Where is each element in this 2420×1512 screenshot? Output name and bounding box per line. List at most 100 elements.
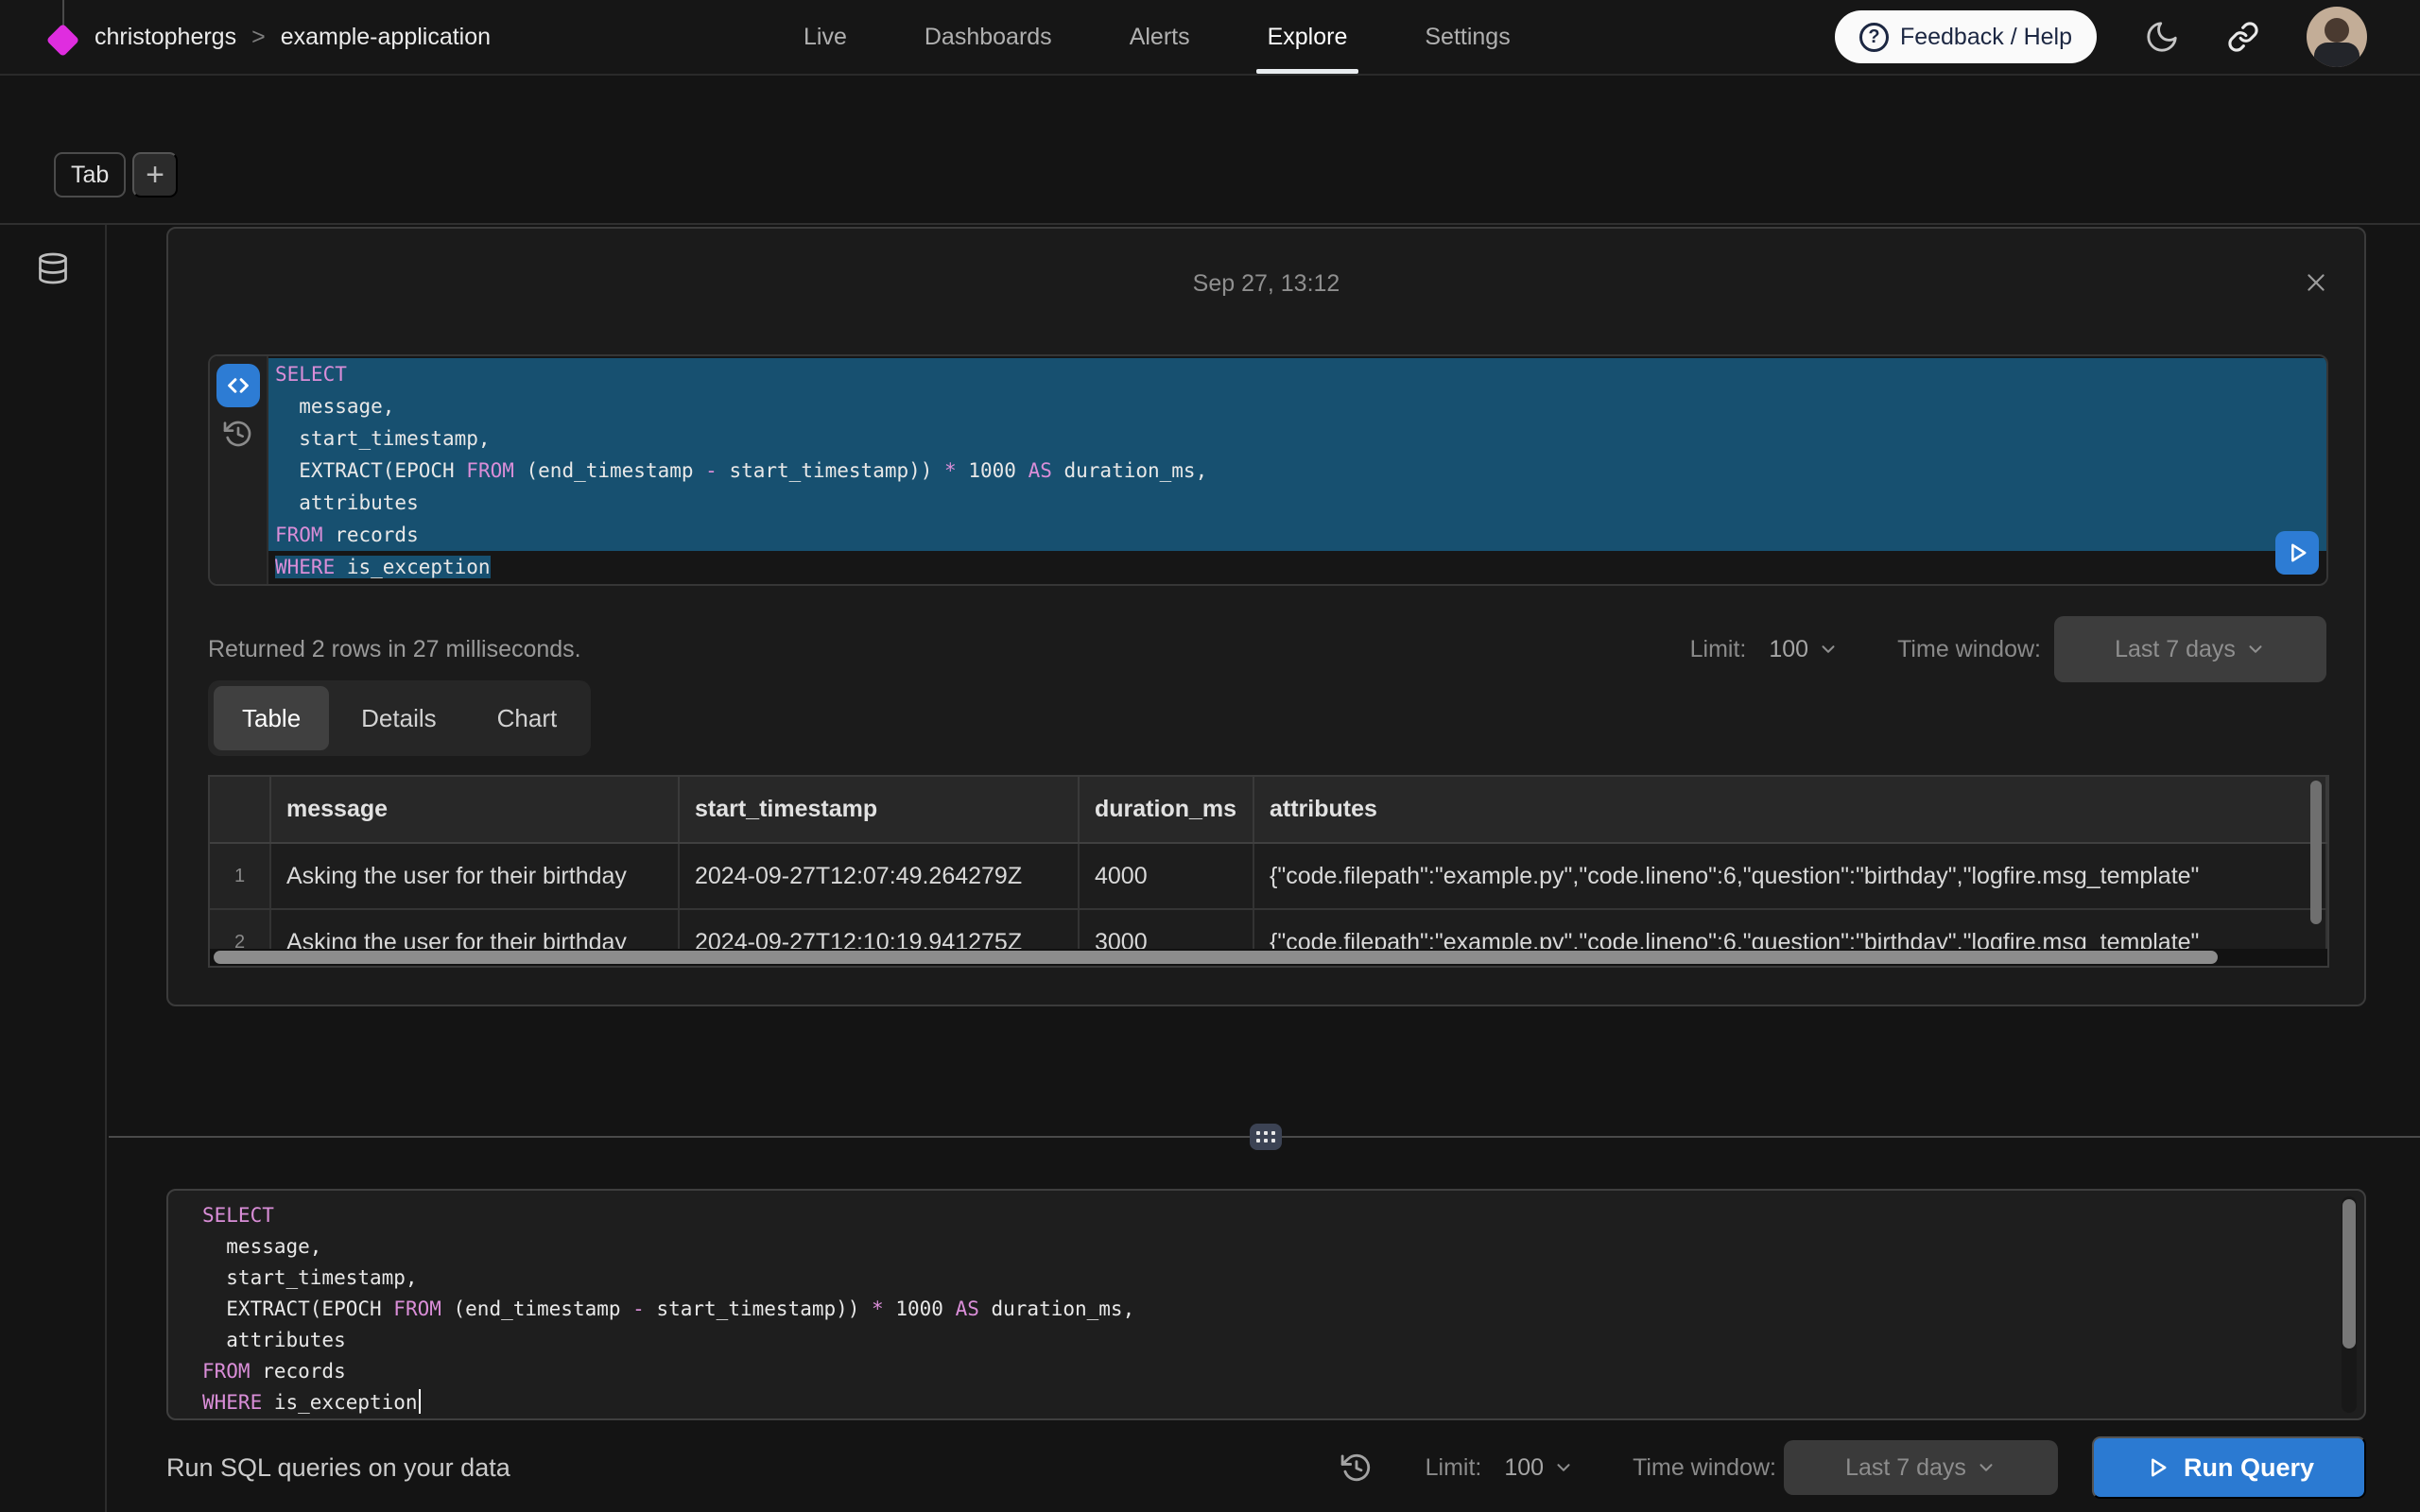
link-icon [2227, 21, 2259, 53]
column-header-message: message [270, 777, 679, 843]
history-icon [1340, 1452, 1373, 1484]
nav-item-alerts[interactable]: Alerts [1130, 0, 1190, 74]
time-window-select[interactable]: Last 7 days [1784, 1440, 2058, 1495]
sql-line: SELECT [268, 358, 2326, 390]
sql-line: start_timestamp, [202, 1263, 2308, 1294]
schema-browser-button[interactable] [36, 251, 70, 285]
breadcrumb-project[interactable]: example-application [281, 24, 491, 51]
chevron-down-icon [1818, 639, 1839, 660]
table-row[interactable]: 1Asking the user for their birthday2024-… [210, 843, 2326, 909]
executed-query-block: SELECT message, start_timestamp, EXTRACT… [208, 354, 2328, 586]
result-meta-row: Returned 2 rows in 27 milliseconds. Limi… [208, 611, 2326, 687]
code-icon [224, 371, 252, 400]
breadcrumb-separator: > [251, 24, 266, 51]
executed-query-sql[interactable]: SELECT message, start_timestamp, EXTRACT… [268, 356, 2326, 584]
limit-label: Limit: [1690, 636, 1747, 663]
left-rail [0, 225, 107, 1512]
time-window-label: Time window: [1897, 636, 2041, 663]
cell-attributes: {"code.filepath":"example.py","code.line… [1253, 843, 2326, 909]
sql-line: EXTRACT(EPOCH FROM (end_timestamp - star… [202, 1294, 2308, 1325]
vertical-scrollbar[interactable] [2310, 781, 2322, 924]
row-index-header [210, 777, 270, 843]
cell-message: Asking the user for their birthday [270, 843, 679, 909]
column-header-duration_ms: duration_ms [1079, 777, 1253, 843]
sql-line: start_timestamp, [268, 422, 2326, 455]
nav-item-live[interactable]: Live [804, 0, 847, 74]
row-index: 1 [210, 843, 270, 909]
horizontal-scrollbar[interactable] [214, 951, 2218, 964]
column-header-attributes: attributes [1253, 777, 2326, 843]
sql-editor[interactable]: SELECT message, start_timestamp, EXTRACT… [166, 1189, 2366, 1420]
logfire-logo-icon[interactable] [46, 24, 79, 57]
sql-editor-content[interactable]: SELECT message, start_timestamp, EXTRACT… [202, 1200, 2308, 1418]
sql-line: FROM records [202, 1356, 2308, 1387]
chevron-down-icon [1553, 1457, 1574, 1478]
dark-mode-toggle[interactable] [2144, 19, 2180, 55]
time-window-select[interactable]: Last 7 days [2054, 616, 2326, 682]
nav-right: ? Feedback / Help [1835, 0, 2367, 74]
query-history-button[interactable] [1340, 1452, 1373, 1484]
close-result-button[interactable] [2300, 266, 2332, 299]
result-controls: Limit: 100 Time window: Last 7 days [1690, 616, 2326, 682]
limit-select[interactable]: 100 [1504, 1454, 1574, 1482]
breadcrumb-org[interactable]: christophergs [95, 24, 236, 51]
sql-line: WHERE is_exception [202, 1387, 2308, 1418]
limit-select[interactable]: 100 [1769, 636, 1839, 663]
rerun-query-button[interactable] [2275, 531, 2319, 575]
sql-line: SELECT [202, 1200, 2308, 1231]
limit-label: Limit: [1426, 1454, 1482, 1482]
nav-item-settings[interactable]: Settings [1425, 0, 1510, 74]
editor-scrollbar[interactable] [2342, 1199, 2356, 1349]
database-icon [36, 251, 70, 285]
query-result-card: Sep 27, 13:12 SELECT message, start_time… [166, 227, 2366, 1006]
chevron-down-icon [2245, 639, 2266, 660]
query-tab[interactable]: Tab [54, 152, 126, 198]
query-history-button[interactable] [223, 419, 253, 449]
results-table-container: messagestart_timestampduration_msattribu… [208, 775, 2329, 968]
view-tab-details[interactable]: Details [333, 686, 464, 750]
time-window-label: Time window: [1633, 1454, 1776, 1482]
add-tab-button[interactable]: + [132, 152, 178, 198]
share-link-button[interactable] [2227, 21, 2259, 53]
chevron-down-icon [1976, 1457, 1996, 1478]
editor-footer: Run SQL queries on your data Limit: 100 … [166, 1432, 2366, 1503]
sql-line: message, [268, 390, 2326, 422]
nav-item-dashboards[interactable]: Dashboards [925, 0, 1052, 74]
view-tabs: TableDetailsChart [208, 680, 591, 756]
sql-line: attributes [202, 1325, 2308, 1356]
history-icon [223, 419, 253, 449]
footer-controls: Limit: 100 Time window: Last 7 days Run … [1340, 1436, 2366, 1499]
view-tab-chart[interactable]: Chart [469, 686, 586, 750]
editor-hint: Run SQL queries on your data [166, 1453, 510, 1483]
play-icon [2144, 1454, 2170, 1481]
sql-line: WHERE is_exception [268, 551, 2326, 583]
sql-line: FROM records [268, 519, 2326, 551]
feedback-help-button[interactable]: ? Feedback / Help [1835, 10, 2097, 63]
avatar[interactable] [2307, 7, 2367, 67]
split-drag-handle[interactable] [1250, 1124, 1282, 1150]
results-table: messagestart_timestampduration_msattribu… [210, 777, 2327, 968]
breadcrumb: christophergs > example-application [95, 0, 491, 74]
feedback-help-label: Feedback / Help [1900, 24, 2072, 51]
nav-items: Live Dashboards Alerts Explore Settings [804, 0, 1511, 74]
sql-line: message, [202, 1231, 2308, 1263]
avatar-head [2325, 18, 2349, 43]
avatar-body [2314, 43, 2360, 67]
tabbar-divider [0, 223, 2420, 225]
cell-start_timestamp: 2024-09-27T12:07:49.264279Z [679, 843, 1079, 909]
moon-icon [2144, 19, 2180, 55]
sql-line: attributes [268, 487, 2326, 519]
play-icon [2284, 540, 2310, 566]
run-query-button[interactable]: Run Query [2092, 1436, 2366, 1499]
help-icon: ? [1859, 23, 1889, 52]
text-cursor [419, 1389, 421, 1414]
column-header-start_timestamp: start_timestamp [679, 777, 1079, 843]
logo-string [62, 0, 64, 26]
result-status: Returned 2 rows in 27 milliseconds. [208, 636, 581, 663]
view-tab-table[interactable]: Table [214, 686, 329, 750]
nav-item-explore[interactable]: Explore [1268, 0, 1348, 74]
close-icon [2304, 270, 2328, 295]
drag-dots-icon [1256, 1131, 1275, 1143]
edit-query-button[interactable] [216, 364, 260, 407]
cell-duration_ms: 4000 [1079, 843, 1253, 909]
